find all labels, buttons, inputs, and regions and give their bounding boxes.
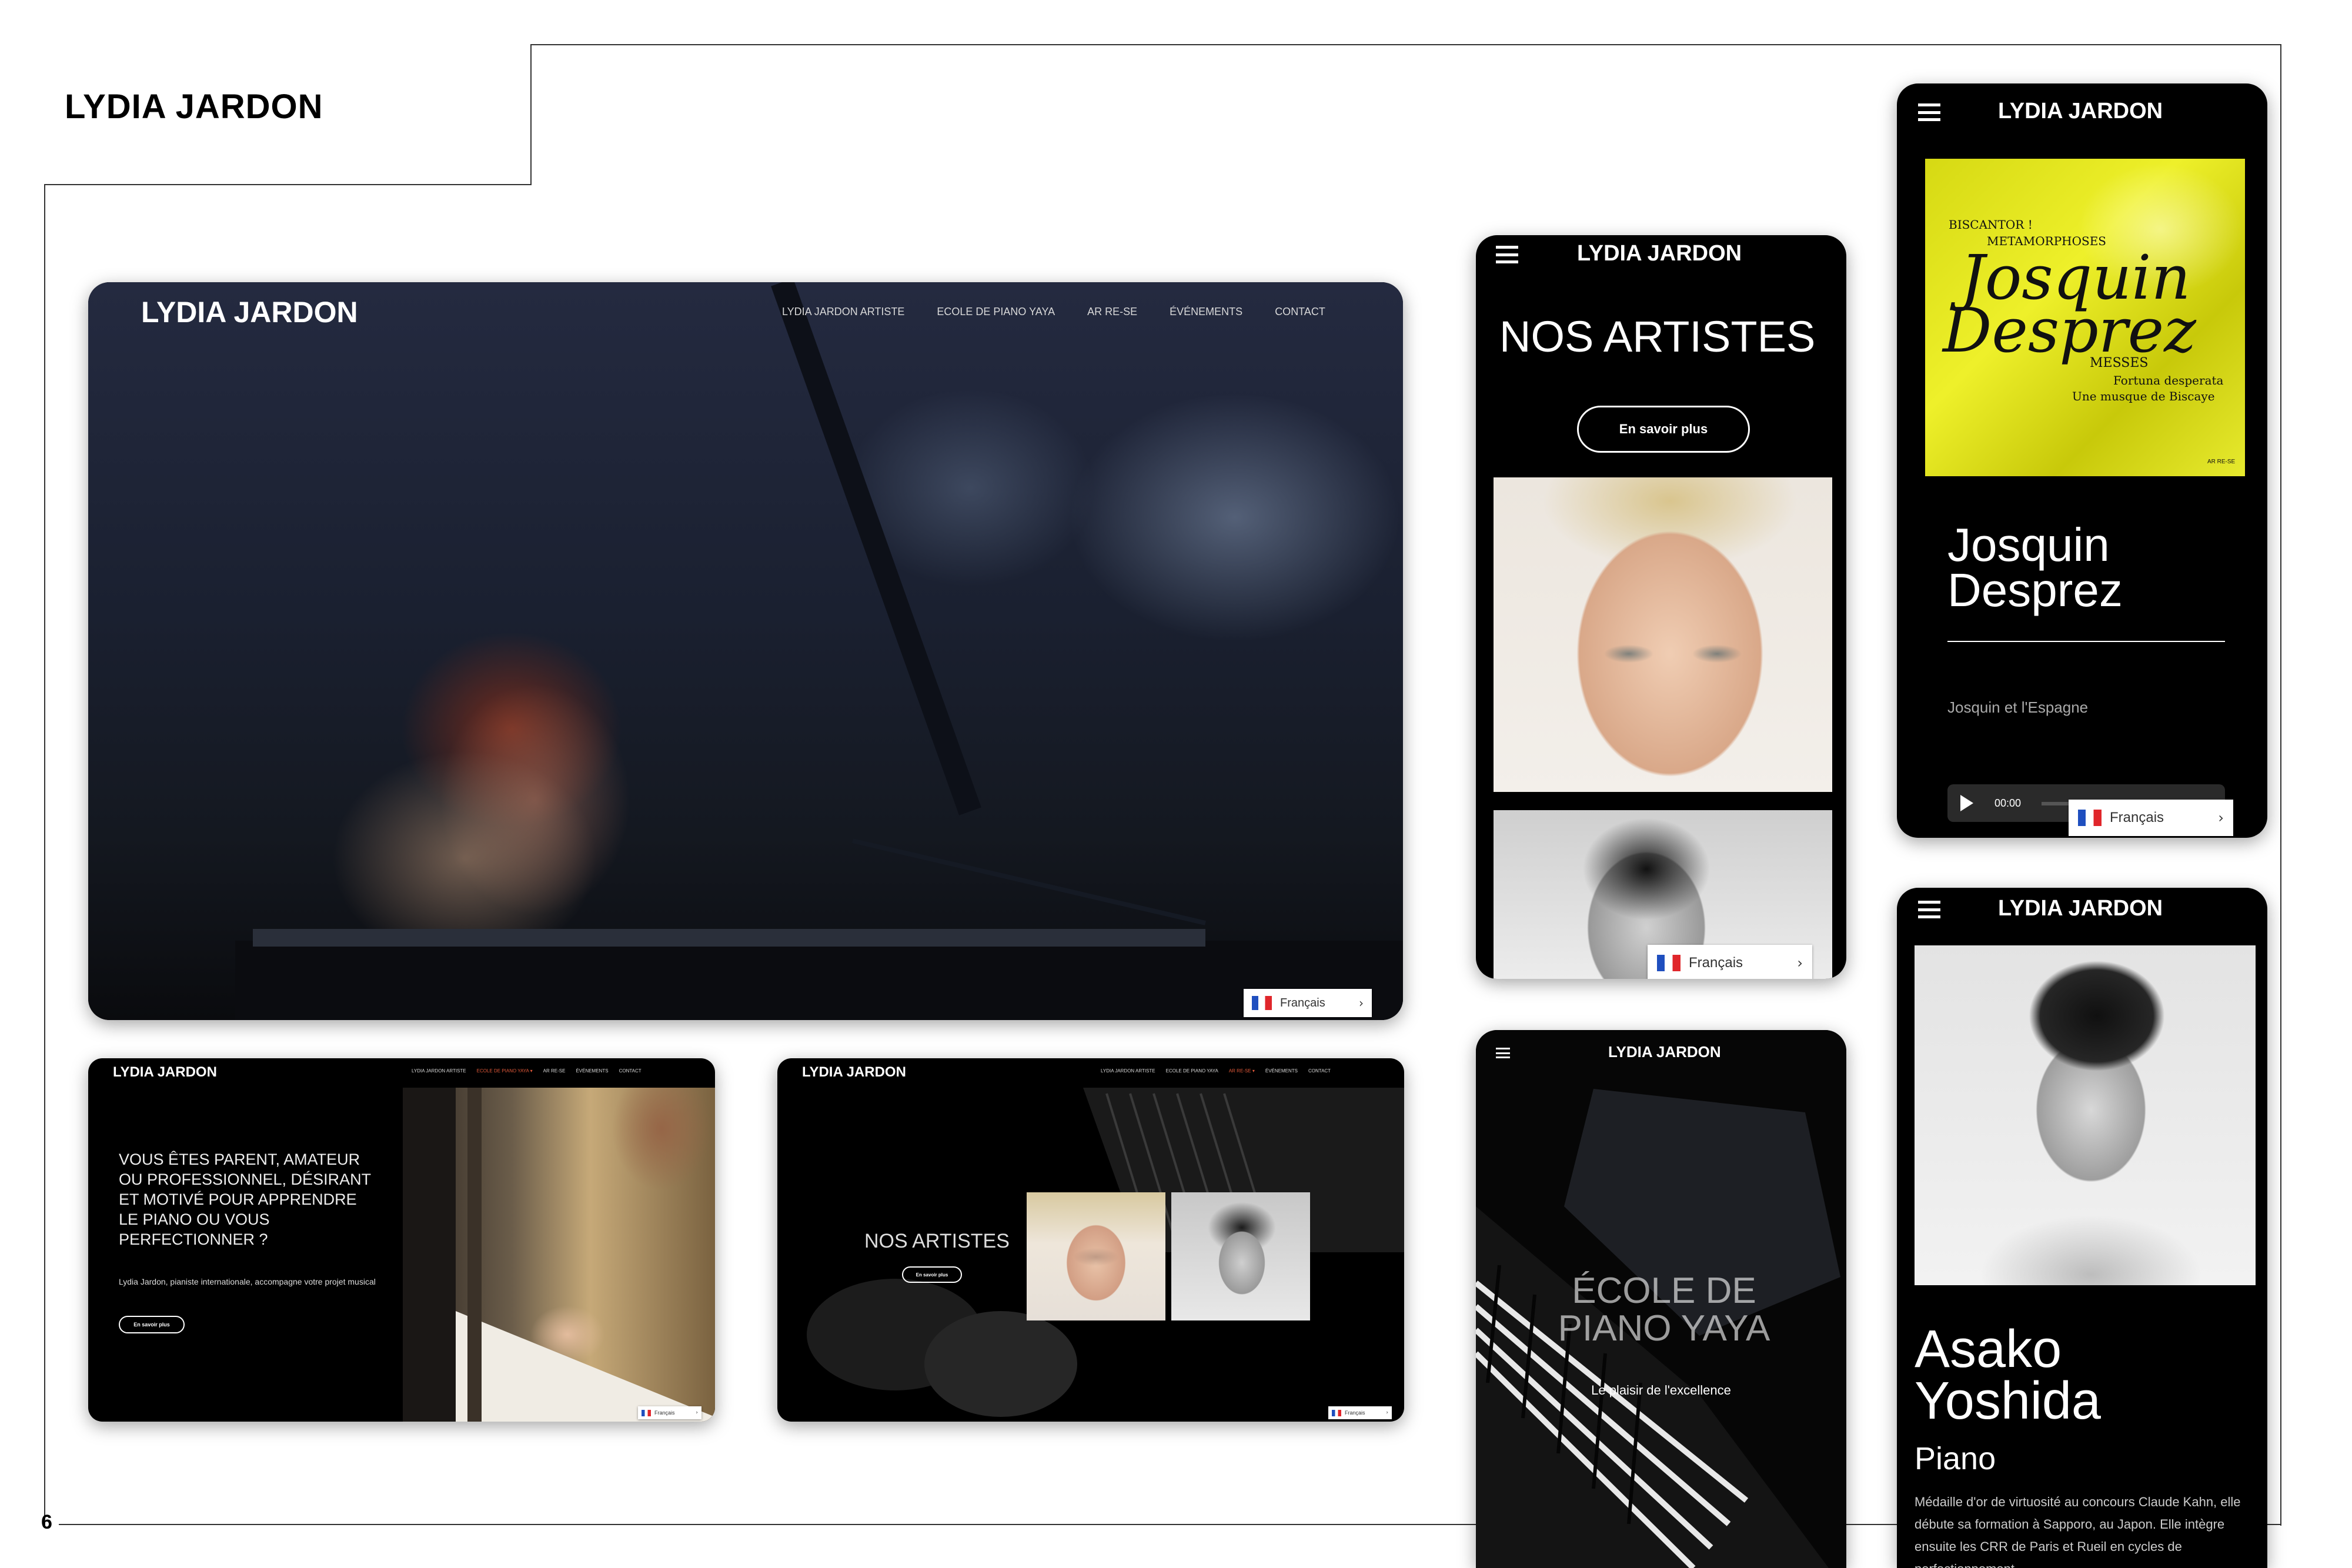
artists-title: NOS ARTISTES	[864, 1230, 1010, 1252]
nav-contact[interactable]: CONTACT	[1275, 306, 1325, 318]
nav-ecole[interactable]: ECOLE DE PIANO YAYA	[937, 306, 1055, 318]
language-label: Français	[1689, 955, 1743, 971]
artist-portrait-lydia	[1494, 477, 1832, 792]
mobile-school-mockup: LYDIA JARDON ÉCOLE DE PIANO YAYA Le plai…	[1476, 1030, 1846, 1568]
mobile-artists-cta-button[interactable]: En savoir plus	[1577, 406, 1750, 453]
mobile-brand[interactable]: LYDIA JARDON	[1608, 1043, 1721, 1061]
mobile-school-title: ÉCOLE DE PIANO YAYA	[1558, 1271, 1770, 1349]
frame-right	[2280, 44, 2281, 1526]
school-headline: VOUS ÊTES PARENT, AMATEUR OU PROFESSIONN…	[119, 1151, 371, 1248]
hamburger-menu-icon[interactable]	[1918, 901, 1940, 918]
nav-artiste[interactable]: LYDIA JARDON ARTISTE	[1101, 1068, 1155, 1074]
profile-last-name: Yoshida	[1915, 1372, 2101, 1430]
nav-artiste[interactable]: LYDIA JARDON ARTISTE	[782, 306, 904, 318]
france-flag-icon	[1332, 1409, 1341, 1416]
hamburger-menu-icon[interactable]	[1496, 1048, 1510, 1058]
frame-top-tab	[530, 44, 2281, 45]
language-selector[interactable]: Français ›	[1244, 989, 1372, 1017]
nav-evenements[interactable]: ÉVÉNEMENTS	[576, 1068, 608, 1074]
school-keyboard	[403, 1088, 715, 1422]
language-label: Français	[1280, 996, 1325, 1009]
hero-brand[interactable]: LYDIA JARDON	[141, 295, 358, 329]
school-cta-button[interactable]: En savoir plus	[119, 1316, 185, 1333]
hamburger-menu-icon[interactable]	[1918, 103, 1940, 121]
nav-evenements[interactable]: ÉVÉNEMENTS	[1170, 306, 1242, 318]
chevron-right-icon: ›	[1797, 955, 1803, 971]
nav-contact[interactable]: CONTACT	[619, 1068, 642, 1074]
mobile-brand[interactable]: LYDIA JARDON	[1998, 896, 2163, 921]
frame-tab-bottom	[44, 184, 532, 185]
play-icon[interactable]	[1960, 795, 1973, 811]
france-flag-icon	[1252, 996, 1272, 1010]
album-subtitle: Josquin et l'Espagne	[1947, 698, 2089, 716]
artists-brand[interactable]: LYDIA JARDON	[802, 1064, 906, 1081]
artists-nav: LYDIA JARDON ARTISTE ECOLE DE PIANO YAYA…	[1101, 1068, 1331, 1074]
chevron-right-icon: ›	[2218, 810, 2224, 826]
nav-contact[interactable]: CONTACT	[1308, 1068, 1331, 1074]
language-label: Français	[1345, 1410, 1365, 1416]
nav-ecole[interactable]: ECOLE DE PIANO YAYA	[1166, 1068, 1218, 1074]
mobile-brand[interactable]: LYDIA JARDON	[1577, 241, 1742, 266]
profile-first-name: Asako	[1915, 1320, 2062, 1379]
mobile-brand[interactable]: LYDIA JARDON	[1998, 99, 2163, 124]
language-label: Français	[2110, 810, 2164, 825]
chevron-right-icon: ›	[696, 1410, 698, 1416]
frame-tab-side	[530, 44, 532, 185]
album-logo: AR RE-SE	[2207, 459, 2236, 465]
profile-bio: Médaille d'or de virtuosité au concours …	[1915, 1495, 2241, 1568]
mobile-artists-title: NOS ARTISTES	[1499, 312, 1816, 361]
album-cover: BISCANTOR ! METAMORPHOSES Josquin Despre…	[1925, 159, 2245, 476]
album-line-a: Fortuna desperata	[2113, 373, 2224, 387]
france-flag-icon	[2078, 810, 2102, 826]
mobile-album-mockup: LYDIA JARDON BISCANTOR ! METAMORPHOSES J…	[1897, 83, 2267, 838]
album-line-b: Une musque de Biscaye	[2072, 389, 2215, 403]
frame-left	[44, 184, 45, 1526]
desktop-school-mockup: LYDIA JARDON LYDIA JARDON ARTISTE ECOLE …	[88, 1058, 715, 1422]
hero-nav: LYDIA JARDON ARTISTE ECOLE DE PIANO YAYA…	[782, 306, 1325, 318]
audio-time: 00:00	[1994, 797, 2022, 809]
mobile-school-tagline: Le plaisir de l'excellence	[1591, 1383, 1731, 1398]
school-brand[interactable]: LYDIA JARDON	[113, 1064, 217, 1081]
artist-portrait-asako	[1915, 945, 2256, 1285]
school-nav: LYDIA JARDON ARTISTE ECOLE DE PIANO YAYA…	[412, 1068, 642, 1074]
nav-artiste[interactable]: LYDIA JARDON ARTISTE	[412, 1068, 466, 1074]
language-selector[interactable]: Français ›	[638, 1406, 701, 1419]
nav-arrese[interactable]: AR RE-SE	[543, 1068, 566, 1074]
chevron-right-icon: ›	[1386, 1410, 1388, 1416]
chevron-right-icon: ›	[1359, 996, 1364, 1010]
desktop-artists-mockup: LYDIA JARDON LYDIA JARDON ARTISTE ECOLE …	[777, 1058, 1404, 1422]
album-divider	[1947, 641, 2225, 642]
album-name-line2: Desprez	[1943, 295, 2196, 366]
france-flag-icon	[1657, 955, 1681, 971]
language-selector[interactable]: Français ›	[2069, 800, 2233, 836]
nav-ecole[interactable]: ECOLE DE PIANO YAYA ▾	[477, 1068, 533, 1074]
nav-evenements[interactable]: ÉVÉNEMENTS	[1265, 1068, 1298, 1074]
mobile-profile-mockup: LYDIA JARDON Asako Yoshida Piano Médaill…	[1897, 888, 2267, 1568]
language-label: Français	[654, 1410, 675, 1416]
album-title-line2: Desprez	[1947, 564, 2123, 616]
piano-lid	[235, 282, 1403, 1020]
page-number: 6	[41, 1511, 52, 1533]
language-selector[interactable]: Français ›	[1328, 1406, 1392, 1419]
nav-arrese[interactable]: AR RE-SE	[1087, 306, 1137, 318]
album-title-line1: Josquin	[1947, 519, 2110, 571]
mobile-artists-mockup: LYDIA JARDON NOS ARTISTES En savoir plus…	[1476, 235, 1846, 979]
nav-arrese[interactable]: AR RE-SE ▾	[1229, 1068, 1255, 1074]
france-flag-icon	[642, 1409, 651, 1416]
artist-portrait-asako	[1171, 1192, 1310, 1320]
artists-cta-button[interactable]: En savoir plus	[902, 1266, 962, 1283]
page-title: LYDIA JARDON	[65, 88, 323, 126]
hamburger-menu-icon[interactable]	[1496, 246, 1518, 263]
album-label-top: BISCANTOR !	[1949, 218, 2033, 232]
desktop-hero-mockup: LYDIA JARDON LYDIA JARDON ARTISTE ECOLE …	[88, 282, 1403, 1020]
artist-portrait-lydia	[1027, 1192, 1165, 1320]
profile-instrument: Piano	[1915, 1441, 1996, 1476]
school-subtext: Lydia Jardon, pianiste internationale, a…	[119, 1277, 376, 1286]
album-label-messes: MESSES	[2090, 356, 2149, 370]
language-selector[interactable]: Français ›	[1648, 945, 1812, 979]
